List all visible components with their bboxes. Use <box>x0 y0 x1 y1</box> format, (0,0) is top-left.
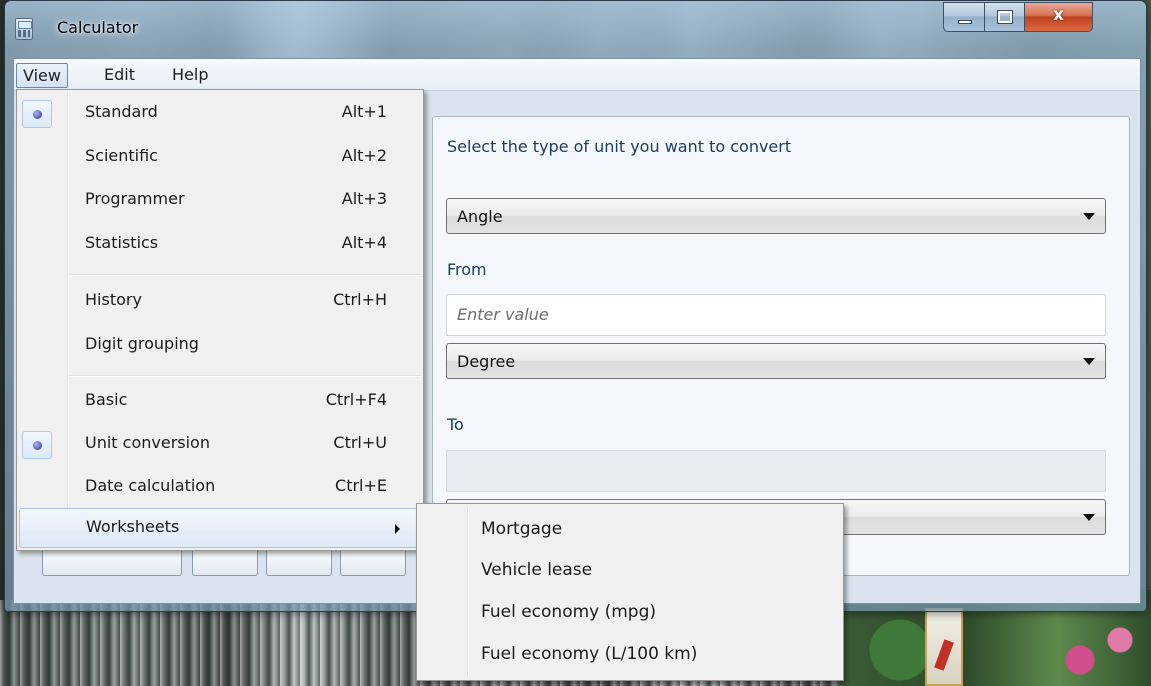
chevron-down-icon <box>1083 213 1095 220</box>
menu-item-basic[interactable]: Basic Ctrl+F4 <box>19 382 421 422</box>
maximize-icon <box>997 10 1013 24</box>
menu-help[interactable]: Help <box>166 63 214 88</box>
menu-item-label: Date calculation <box>85 476 216 495</box>
menu-item-label: Basic <box>85 390 128 409</box>
menu-item-shortcut: Ctrl+F4 <box>325 390 387 409</box>
menu-item-date-calculation[interactable]: Date calculation Ctrl+E <box>19 468 421 508</box>
title-bar[interactable]: Calculator x <box>5 1 1146 57</box>
keypad-button[interactable] <box>266 548 332 576</box>
to-value-output <box>446 450 1106 492</box>
minimize-icon <box>958 20 972 24</box>
menu-item-label: Unit conversion <box>85 433 210 452</box>
menu-item-label: History <box>85 290 142 309</box>
menu-item-label: Standard <box>85 102 158 121</box>
view-menu: Standard Alt+1 Scientific Alt+2 Programm… <box>16 89 424 551</box>
maximize-button[interactable] <box>985 2 1025 32</box>
menu-item-scientific[interactable]: Scientific Alt+2 <box>19 138 421 178</box>
desktop-sign <box>925 608 963 686</box>
menu-item-shortcut: Alt+2 <box>341 146 387 165</box>
menu-separator <box>69 375 421 377</box>
chevron-down-icon <box>1083 514 1095 521</box>
from-unit-select[interactable]: Degree <box>446 343 1106 379</box>
menu-item-shortcut: Alt+4 <box>341 233 387 252</box>
menu-item-shortcut: Ctrl+E <box>335 476 387 495</box>
menu-item-shortcut: Ctrl+H <box>333 290 387 309</box>
unit-type-value: Angle <box>457 207 503 226</box>
keypad-button[interactable] <box>340 548 406 576</box>
submenu-item-fuel-economy-l100km[interactable]: Fuel economy (L/100 km) <box>481 644 697 664</box>
chevron-down-icon <box>1083 358 1095 365</box>
checked-indicator <box>22 100 52 128</box>
menu-item-digit-grouping[interactable]: Digit grouping <box>19 326 421 366</box>
menu-item-statistics[interactable]: Statistics Alt+4 <box>19 225 421 265</box>
radio-dot-icon <box>33 110 42 119</box>
chevron-right-icon <box>395 524 400 534</box>
menu-item-label: Programmer <box>85 189 185 208</box>
checked-indicator <box>22 431 52 459</box>
minimize-button[interactable] <box>943 2 985 32</box>
menu-item-unit-conversion[interactable]: Unit conversion Ctrl+U <box>19 425 421 465</box>
menu-item-label: Digit grouping <box>85 334 199 353</box>
menu-item-label: Statistics <box>85 233 159 252</box>
menu-view[interactable]: View <box>16 63 68 88</box>
calculator-icon[interactable] <box>15 18 33 40</box>
radio-dot-icon <box>33 441 42 450</box>
unit-type-select[interactable]: Angle <box>446 198 1106 234</box>
conversion-prompt: Select the type of unit you want to conv… <box>447 137 792 156</box>
worksheets-submenu: Mortgage Vehicle lease Fuel economy (mpg… <box>416 503 844 681</box>
submenu-item-mortgage[interactable]: Mortgage <box>481 519 562 539</box>
from-unit-value: Degree <box>457 352 516 371</box>
menu-item-worksheets[interactable]: Worksheets <box>19 508 421 548</box>
from-label: From <box>447 260 487 279</box>
menu-edit[interactable]: Edit <box>98 63 141 88</box>
from-value-input[interactable]: Enter value <box>446 294 1106 336</box>
caption-buttons: x <box>943 2 1093 32</box>
menu-item-shortcut: Alt+1 <box>341 102 387 121</box>
menu-item-standard[interactable]: Standard Alt+1 <box>19 94 421 134</box>
menu-bar: View Edit Help <box>14 59 1140 91</box>
menu-item-label: Worksheets <box>86 517 180 536</box>
from-placeholder: Enter value <box>457 305 549 324</box>
menu-item-shortcut: Alt+3 <box>341 189 387 208</box>
menu-item-shortcut: Ctrl+U <box>333 433 387 452</box>
menu-item-label: Scientific <box>85 146 158 165</box>
close-button[interactable]: x <box>1025 2 1093 32</box>
submenu-item-fuel-economy-mpg[interactable]: Fuel economy (mpg) <box>481 602 656 622</box>
close-icon: x <box>1053 5 1064 25</box>
keypad-button[interactable] <box>42 548 182 576</box>
menu-separator <box>69 274 421 276</box>
keypad-button[interactable] <box>192 548 258 576</box>
to-label: To <box>447 415 464 434</box>
submenu-item-vehicle-lease[interactable]: Vehicle lease <box>481 560 592 580</box>
menu-item-programmer[interactable]: Programmer Alt+3 <box>19 181 421 221</box>
window-title: Calculator <box>57 18 139 37</box>
menu-item-history[interactable]: History Ctrl+H <box>19 282 421 322</box>
